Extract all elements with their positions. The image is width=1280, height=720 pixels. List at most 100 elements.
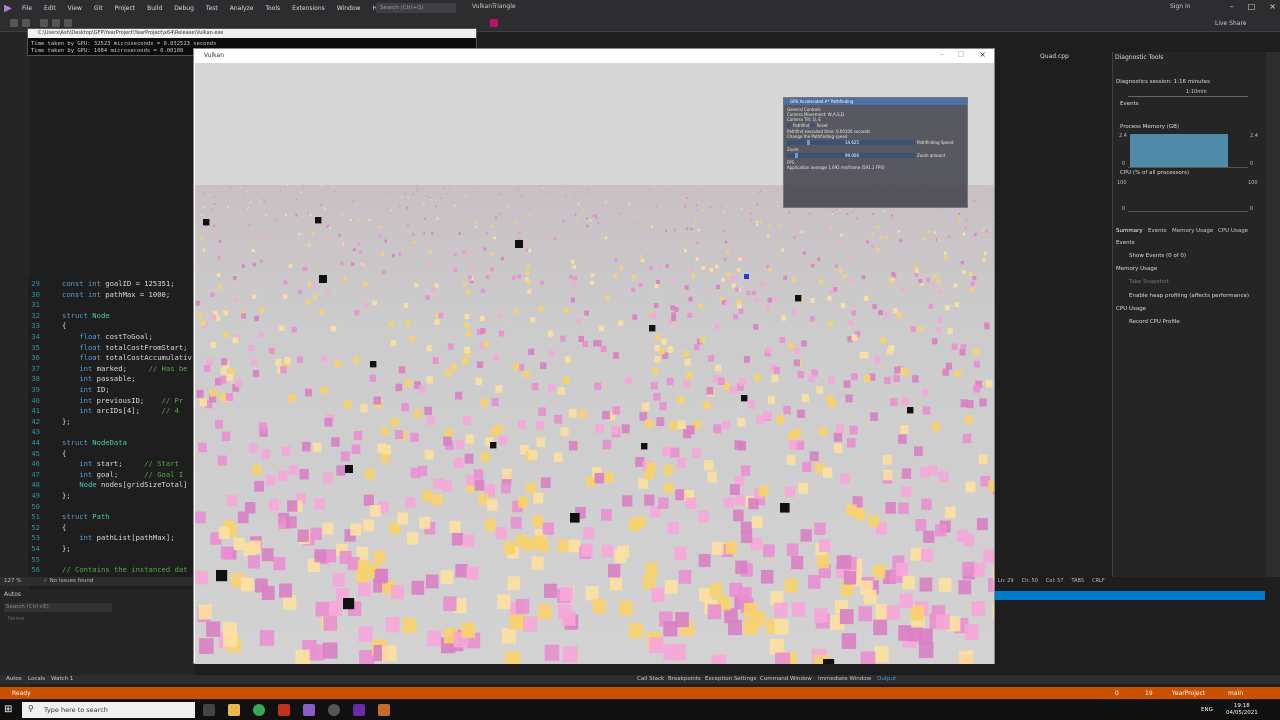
tab-memory-usage[interactable]: Memory Usage [1172,228,1213,234]
chrome-icon[interactable] [253,704,265,716]
take-snapshot-button[interactable]: Take Snapshot [1129,279,1169,285]
menu-test[interactable]: Test [200,5,224,12]
tab-call-stack[interactable]: Call Stack [637,676,664,682]
grid-node-cube [846,213,849,216]
taskbar-clock[interactable]: 19:18 04/05/2021 [1226,703,1258,717]
powerpoint-icon[interactable] [278,704,290,716]
forward-icon[interactable] [22,19,30,27]
minimize-icon[interactable]: – [940,50,944,59]
vulkan-app-icon[interactable] [378,704,390,716]
tabs-indicator[interactable]: TABS [1071,578,1084,584]
grid-node-cube [422,202,425,205]
grid-node-cube [972,276,977,281]
mem-axis-bottom-right: 0 [1250,161,1254,167]
line-ending[interactable]: CRLF [1092,578,1105,584]
autos-search-input[interactable]: Search (Ctrl+E) [4,603,112,612]
tab-immediate-window[interactable]: Immediate Window [818,676,871,682]
tab-output[interactable]: Output [877,676,896,682]
vs-search-input[interactable]: Search (Ctrl+Q) [376,3,456,13]
tab-events[interactable]: Events [1148,228,1167,234]
maximize-icon[interactable]: □ [1248,2,1256,11]
tab-breakpoints[interactable]: Breakpoints [668,676,701,682]
visual-studio-icon[interactable] [303,704,315,716]
menu-view[interactable]: View [62,5,88,12]
code-editor[interactable]: 29 const int goalID = 125351; 30 const int … [28,275,198,575]
pathfinding-speed-slider[interactable]: 14.625 [787,140,915,145]
grid-node-cube [984,189,987,191]
menu-project[interactable]: Project [109,5,142,12]
grid-node-cube [427,630,442,647]
git-branch[interactable]: main [1228,690,1243,697]
tab-watch1[interactable]: Watch 1 [51,676,73,682]
windows-start-icon[interactable]: ⊞ [4,704,12,715]
heap-profiling-checkbox[interactable]: Enable heap profiling (affects performan… [1129,293,1249,299]
grid-node-cube [899,593,913,609]
reset-checkbox[interactable] [810,123,815,127]
grid-node-cube [252,294,257,299]
tab-quad-cpp[interactable]: Quad.cpp [1040,53,1069,60]
app-icon[interactable] [353,704,365,716]
grid-node-cube [697,228,700,232]
tab-cpu-usage[interactable]: CPU Usage [1218,228,1248,234]
diag-timeline[interactable] [1128,96,1248,97]
grid-node-cube [418,385,426,393]
task-view-icon[interactable] [203,704,215,716]
minimize-icon[interactable]: – [1230,2,1234,11]
code-token: float [79,342,106,352]
new-icon[interactable] [40,19,48,27]
file-explorer-icon[interactable] [228,704,240,716]
tab-summary[interactable]: Summary [1116,228,1143,234]
close-icon[interactable]: × [979,50,986,59]
tab-locals[interactable]: Locals [28,676,45,682]
imgui-panel[interactable]: GPU Accelerated A* Pathfinding General C… [783,97,968,208]
menu-edit[interactable]: Edit [38,5,62,12]
show-events-link[interactable]: Show Events (0 of 0) [1129,253,1186,259]
save-all-icon[interactable] [64,19,72,27]
slider-grab[interactable] [795,153,798,158]
menu-tools[interactable]: Tools [259,5,286,12]
pathfind-checkbox[interactable] [787,123,791,127]
live-share-button[interactable]: Live Share [1215,20,1246,27]
grid-node-cube [398,252,402,256]
tab-command-window[interactable]: Command Window [760,676,812,682]
grid-node-cube [404,192,406,195]
warnings-count[interactable]: 19 [1145,690,1153,697]
grid-node-cube [988,480,994,492]
tab-exception-settings[interactable]: Exception Settings [705,676,756,682]
grid-node-cube [259,630,275,646]
menu-git[interactable]: Git [88,5,109,12]
taskbar-search-input[interactable]: Type here to search [22,702,195,718]
back-icon[interactable] [10,19,18,27]
grid-node-cube [573,197,576,199]
close-icon[interactable]: × [1269,2,1276,11]
menu-debug[interactable]: Debug [168,5,200,12]
grid-node-cube [563,308,569,314]
grid-node-cube [729,582,743,597]
stop-icon[interactable] [490,19,498,27]
app-icon[interactable] [328,704,340,716]
code-line: 53 int pathList[pathMax]; [28,533,198,544]
grid-node-cube [643,234,646,238]
menu-file[interactable]: File [16,5,38,12]
grid-node-cube [526,264,531,269]
grid-node-cube [834,264,838,268]
save-icon[interactable] [52,19,60,27]
zoom-level[interactable]: 127 % [4,578,21,584]
menu-extensions[interactable]: Extensions [286,5,331,12]
menu-build[interactable]: Build [141,5,168,12]
grid-node-cube [251,359,258,367]
slider-grab[interactable] [807,140,810,145]
errors-count[interactable]: 0 [1115,690,1119,697]
zoom-slider[interactable]: 99.000 [787,153,915,158]
signin-link[interactable]: Sign in [1170,3,1190,10]
menu-analyze[interactable]: Analyze [224,5,260,12]
tab-autos[interactable]: Autos [6,676,22,682]
project-name[interactable]: YearProject [1172,690,1205,697]
menu-window[interactable]: Window [331,5,367,12]
maximize-icon[interactable]: □ [957,50,964,58]
record-cpu-profile-button[interactable]: Record CPU Profile [1129,319,1180,325]
render-viewport[interactable]: GPU Accelerated A* Pathfinding General C… [195,63,994,664]
vulkan-window[interactable]: Vulkan – □ × GPU Accelerated A* Pathfind… [193,48,995,664]
language-indicator[interactable]: ENG [1201,707,1213,713]
